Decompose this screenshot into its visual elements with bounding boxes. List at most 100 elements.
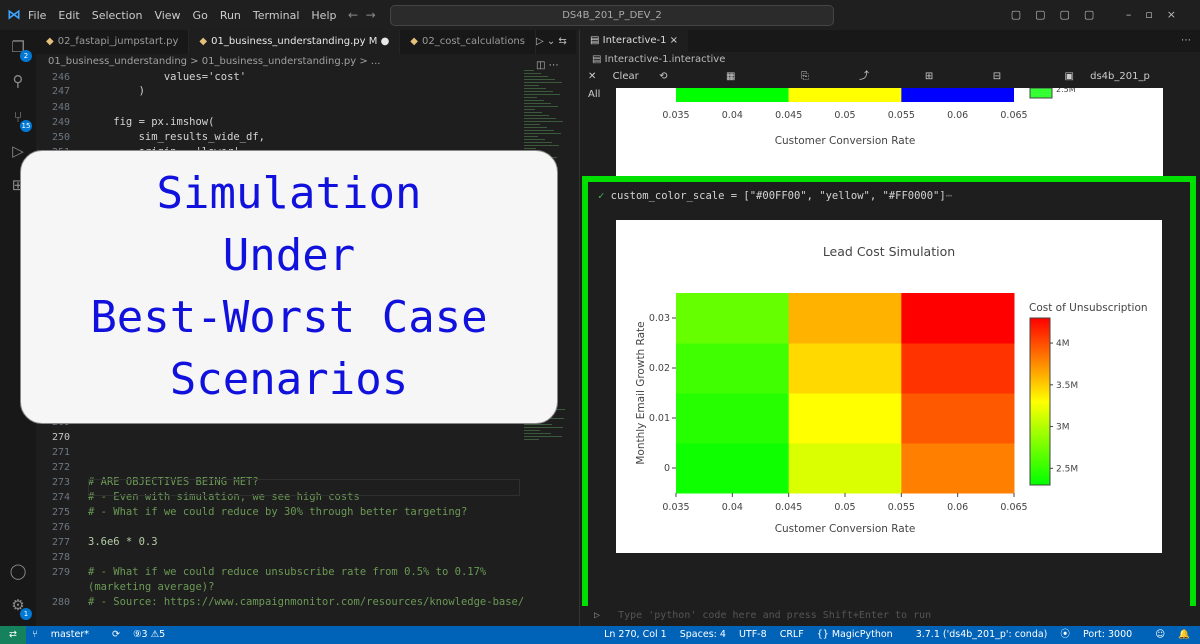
command-center-search[interactable]: DS4B_201_P_DEV_2 [390, 5, 834, 26]
minimap-line [524, 94, 560, 95]
minimap-line [524, 106, 558, 107]
encoding[interactable]: UTF-8 [739, 629, 767, 640]
colorbar-tick-label: 3M [1056, 423, 1070, 433]
line-number: 272 [51, 462, 70, 473]
tab-cost-calculations[interactable]: ◆ 02_cost_calculations [400, 30, 536, 54]
interactive-file-title: ▤ Interactive-1.interactive [580, 52, 1200, 68]
prev-heatmap-cell [901, 88, 1014, 102]
live-server-port[interactable]: ⦿ Port: 3000 [1060, 629, 1142, 640]
code-text: (marketing average)? [88, 581, 215, 593]
tab-label: Interactive-1 [602, 35, 667, 46]
toolbar-collapse[interactable]: ⊟ Collapse [993, 68, 1052, 100]
search-icon[interactable]: ⚲ [8, 72, 28, 92]
breadcrumb[interactable]: 01_business_understanding > 01_business_… [36, 54, 576, 70]
menu-item-view[interactable]: View [154, 9, 180, 22]
run-icon[interactable]: ▷ [594, 610, 600, 621]
y-tick-label: 0.03 [649, 313, 670, 324]
interactive-input[interactable]: ▷ Type 'python' code here and press Shif… [580, 606, 1200, 626]
code-line[interactable]: 278 [36, 550, 516, 565]
window-controls[interactable]: ▢▢▢▢ –▫× [1011, 8, 1190, 21]
code-line[interactable]: 248 [36, 100, 516, 115]
line-number: 247 [51, 86, 70, 97]
code-line[interactable]: 249 fig = px.imshow( [36, 115, 516, 130]
problems-indicator[interactable]: ⑨3 ⚠5 [133, 629, 165, 640]
branch-indicator[interactable]: ⑂ master* [32, 629, 99, 640]
toolbar-expand[interactable]: ⊞ Expand [925, 68, 980, 100]
kernel-selector[interactable]: ▣ ds4b_201_p (Python 3.7.1) [1064, 68, 1191, 100]
tab-business-understanding[interactable]: ◆ 01_business_understanding.py M ● [189, 30, 401, 54]
line-number: 279 [51, 567, 70, 578]
prev-x-tick-label: 0.05 [834, 110, 855, 121]
tab-fastapi[interactable]: ◆ 02_fastapi_jumpstart.py [36, 30, 190, 54]
line-ending[interactable]: CRLF [780, 629, 804, 640]
heatmap-cell [901, 443, 1015, 494]
modified-dot-icon[interactable]: ● [381, 36, 390, 47]
code-line[interactable]: 246 values='cost' [36, 70, 516, 85]
code-line[interactable]: 280 # - Source: https://www.campaignmonit… [36, 595, 524, 610]
menu-item-help[interactable]: Help [311, 9, 336, 22]
code-text: fig = px.imshow( [88, 116, 215, 128]
prev-heatmap-cell [788, 88, 902, 102]
minimap-line [524, 97, 537, 98]
minimap-line [524, 109, 535, 110]
highlight-frame: ✓ custom_color_scale = ["#00FF00", "yell… [582, 176, 1196, 618]
account-status-icon[interactable]: ☺ [1155, 629, 1165, 640]
toolbar-clear-all[interactable]: ✕ Clear All [588, 68, 646, 100]
code-text: sim_results_wide_df, [88, 131, 266, 143]
code-line[interactable]: 247 ) [36, 84, 516, 99]
remote-icon[interactable]: ⇄ [0, 626, 26, 644]
nav-arrows[interactable]: ← → [348, 8, 376, 22]
code-text: # - What if we could reduce by 30% throu… [88, 506, 468, 518]
toolbar-restart[interactable]: ⟲ Restart [659, 68, 713, 100]
code-line[interactable]: 270 [36, 430, 516, 445]
explorer-icon[interactable]: ❐ 2 [8, 38, 32, 62]
menu-item-go[interactable]: Go [193, 9, 208, 22]
editor-actions[interactable]: ▷ ⌄ ⇆ ◫ ⋯ [536, 30, 576, 71]
menu-item-terminal[interactable]: Terminal [253, 9, 300, 22]
tab-interactive[interactable]: ▤ Interactive-1 × [580, 30, 689, 52]
python-interpreter[interactable]: 3.7.1 ('ds4b_201_p': conda) [916, 629, 1048, 640]
notifications-bell-icon[interactable]: 🔔 [1178, 629, 1190, 640]
toolbar-icon: ✕ [588, 71, 600, 82]
minimap-line [524, 115, 549, 116]
close-icon[interactable]: × [670, 35, 678, 46]
chart-title: Lead Cost Simulation [823, 244, 955, 259]
account-icon[interactable]: ◯ [8, 562, 28, 582]
indentation[interactable]: Spaces: 4 [680, 629, 726, 640]
cell-code-row[interactable]: ✓ custom_color_scale = ["#00FF00", "yell… [598, 190, 952, 202]
port-label: Port: 3000 [1082, 629, 1133, 640]
current-line-highlight [88, 479, 520, 496]
colorbar-tick-label: 3.5M [1056, 381, 1078, 391]
minimap-line [524, 436, 562, 437]
colorbar-title: Cost of Unsubscription [1029, 302, 1148, 314]
code-line[interactable]: 279 # - What if we could reduce unsubscri… [36, 565, 516, 580]
language-mode[interactable]: {} MagicPython [817, 629, 903, 640]
code-line[interactable]: 276 [36, 520, 516, 535]
prev-x-axis-label: Customer Conversion Rate [775, 135, 916, 147]
code-line[interactable]: 271 [36, 445, 516, 460]
x-tick-label: 0.06 [947, 502, 968, 513]
toolbar-export[interactable]: ⤴ Export [859, 68, 912, 100]
code-line[interactable]: 275 # - What if we could reduce by 30% th… [36, 505, 516, 520]
toolbar-variables[interactable]: ▦ Variables [726, 68, 788, 100]
line-number: 275 [51, 507, 70, 518]
toolbar-save[interactable]: ⎘ Save [801, 68, 846, 100]
interactive-window: ▤ Interactive-1 × ⋯ ▤ Interactive-1.inte… [579, 30, 1200, 626]
cursor-position[interactable]: Ln 270, Col 1 [604, 629, 667, 640]
code-line[interactable]: 277 3.6e6 * 0.3 [36, 535, 516, 550]
menu-item-file[interactable]: File [28, 9, 46, 22]
source-control-icon[interactable]: ⑂ 15 [8, 108, 32, 132]
menu-item-edit[interactable]: Edit [58, 9, 79, 22]
settings-gear-icon[interactable]: ⚙ 1 [8, 596, 32, 620]
sync-icon[interactable]: ⟳ [112, 629, 120, 640]
menu-item-selection[interactable]: Selection [92, 9, 143, 22]
more-actions-icon[interactable]: ⋯ [1181, 30, 1200, 52]
menu-item-run[interactable]: Run [220, 9, 241, 22]
overlay-title-line: Best-Worst Case [90, 292, 488, 343]
toolbar-icon: ⤴ [859, 71, 870, 82]
minimap-line [524, 79, 555, 80]
code-line[interactable]: 272 [36, 460, 516, 475]
code-line[interactable]: 250 sim_results_wide_df, [36, 130, 516, 145]
x-tick-label: 0.055 [888, 502, 915, 513]
code-line[interactable]: (marketing average)? [36, 580, 516, 595]
